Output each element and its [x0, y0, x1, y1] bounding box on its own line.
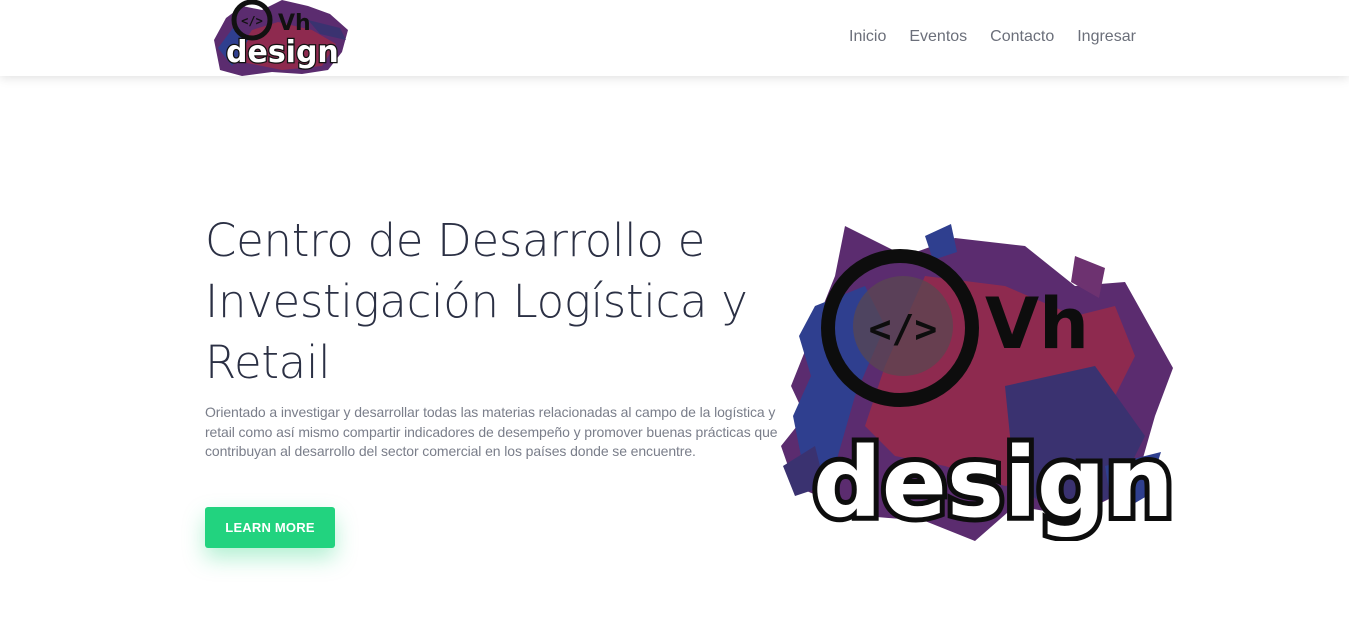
logo-vh-text: Vh — [278, 11, 311, 36]
learn-more-button[interactable]: LEARN MORE — [205, 507, 335, 548]
logo-design-text: design — [226, 35, 339, 70]
top-navbar: </> Vh design Inicio Eventos Contacto In… — [0, 0, 1349, 76]
hero-logo-code-glyph: </> — [869, 307, 938, 351]
hero-description: Orientado a investigar y desarrollar tod… — [205, 404, 778, 459]
main-nav: Inicio Eventos Contacto Ingresar — [838, 27, 1148, 47]
nav-link-contacto[interactable]: Contacto — [979, 27, 1066, 47]
hero-section: Centro de Desarrollo e Investigación Log… — [0, 76, 1349, 630]
nav-link-eventos[interactable]: Eventos — [898, 27, 979, 47]
logo-code-glyph: </> — [241, 14, 263, 28]
nav-link-inicio[interactable]: Inicio — [838, 27, 898, 47]
vh-design-hero-logo-icon: </> Vh design — [781, 224, 1179, 541]
hero-logo-vh-text: Vh — [985, 283, 1089, 365]
vh-design-logo-icon[interactable]: </> Vh design — [212, 0, 352, 76]
hero-logo-design-text: design — [813, 427, 1174, 539]
nav-link-ingresar[interactable]: Ingresar — [1066, 27, 1148, 47]
hero-title: Centro de Desarrollo e Investigación Log… — [205, 214, 748, 389]
